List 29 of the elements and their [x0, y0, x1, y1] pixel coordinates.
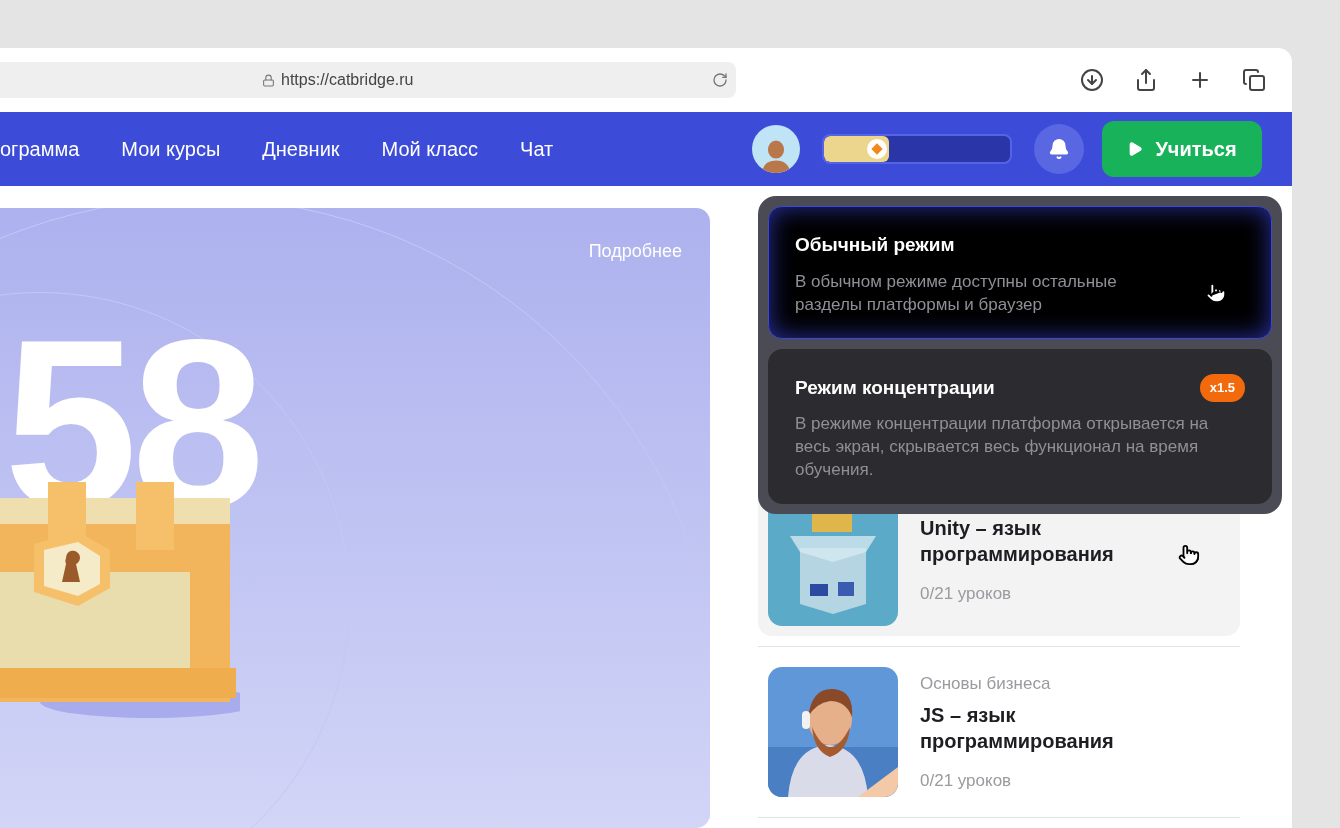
nav-link[interactable]: Чат [520, 134, 554, 165]
share-icon[interactable] [1134, 68, 1158, 93]
mode-option[interactable]: Обычный режим В обычном режиме доступны остальные разделы платформы и браузер [768, 206, 1272, 339]
lessons-count: 0/21 уроков [920, 583, 1013, 606]
lock-icon [262, 73, 275, 87]
nav-link[interactable]: Мои курсы [121, 134, 221, 165]
nav-link[interactable]: Мой класс [381, 134, 479, 165]
tabs-icon[interactable] [1242, 68, 1266, 93]
avatar[interactable] [752, 125, 800, 174]
nav-link[interactable]: ограмма [0, 134, 80, 165]
mode-title: Режим концентрации [795, 375, 995, 400]
reload-icon[interactable] [712, 72, 728, 89]
bell-icon [1048, 138, 1070, 161]
notification-button[interactable] [1034, 124, 1084, 175]
mode-description: В режиме концентрации платформа открывается на весь экран, скрывается весь функционал на время обучения. [795, 413, 1210, 481]
address-bar[interactable]: https://catbridge.ru [0, 62, 736, 99]
play-icon [1127, 141, 1144, 158]
mode-description: В обычном режиме доступны остальные разделы платформы и браузер [795, 270, 1118, 316]
course-category: Основы бизнеса [920, 672, 1052, 695]
multiplier-badge: x1.5 [1199, 374, 1245, 402]
lessons-count: 0/21 уроков [920, 770, 1013, 792]
nav-link[interactable]: Дневник [262, 134, 340, 165]
download-icon[interactable] [1080, 68, 1104, 93]
coin-icon [867, 139, 888, 160]
course-title: Unity – язык программирования [920, 516, 1115, 568]
url-text: https://catbridge.ru [281, 70, 414, 91]
course-title: JS – язык программирования [920, 703, 1115, 754]
mode-title: Обычный режим [795, 233, 955, 257]
mode-option[interactable]: Режим концентрации x1.5 В режиме концентрации платформа открывается на весь экран, скрывается весь функционал на время обучения. [768, 348, 1272, 504]
